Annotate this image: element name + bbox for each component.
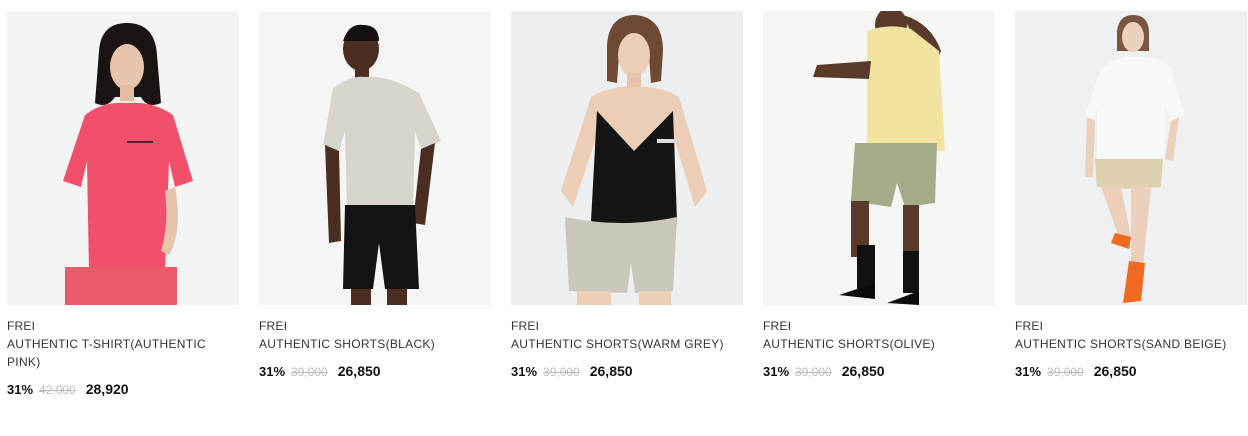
product-image[interactable] (511, 11, 743, 305)
original-price: 39,000 (795, 365, 832, 379)
original-price: 42,000 (39, 383, 76, 397)
product-name[interactable]: AUTHENTIC T-SHIRT(AUTHENTIC PINK) (7, 335, 239, 371)
discount-rate: 31% (763, 364, 790, 379)
model-warm-grey-shorts-photo (511, 11, 743, 305)
discount-rate: 31% (1015, 364, 1042, 379)
sale-price: 26,850 (1093, 363, 1137, 379)
sale-price: 26,850 (337, 363, 381, 379)
discount-rate: 31% (7, 382, 34, 397)
product-card[interactable]: FREI AUTHENTIC SHORTS(OLIVE) 31% 39,000 … (763, 11, 995, 381)
product-card[interactable]: FREI AUTHENTIC T-SHIRT(AUTHENTIC PINK) 3… (7, 11, 239, 399)
sale-price: 26,850 (589, 363, 633, 379)
product-card[interactable]: FREI AUTHENTIC SHORTS(BLACK) 31% 39,000 … (259, 11, 491, 381)
original-price: 39,000 (291, 365, 328, 379)
price-row: 31% 39,000 26,850 (259, 362, 491, 381)
original-price: 39,000 (1047, 365, 1084, 379)
price-row: 31% 39,000 26,850 (511, 362, 743, 381)
product-grid: FREI AUTHENTIC T-SHIRT(AUTHENTIC PINK) 3… (0, 0, 1248, 436)
product-brand: FREI (763, 319, 792, 333)
model-olive-shorts-photo (763, 11, 995, 305)
model-sand-beige-shorts-photo (1015, 11, 1247, 305)
product-name[interactable]: AUTHENTIC SHORTS(OLIVE) (763, 335, 995, 353)
product-image[interactable] (1015, 11, 1247, 305)
sale-price: 26,850 (841, 363, 885, 379)
product-brand: FREI (7, 319, 36, 333)
original-price: 39,000 (543, 365, 580, 379)
price-row: 31% 42,000 28,920 (7, 380, 239, 399)
product-name[interactable]: AUTHENTIC SHORTS(SAND BEIGE) (1015, 335, 1247, 353)
product-card[interactable]: FREI AUTHENTIC SHORTS(SAND BEIGE) 31% 39… (1015, 11, 1247, 381)
product-image[interactable] (7, 11, 239, 305)
product-image[interactable] (259, 11, 491, 305)
product-brand: FREI (259, 319, 288, 333)
product-card[interactable]: FREI AUTHENTIC SHORTS(WARM GREY) 31% 39,… (511, 11, 743, 381)
model-black-shorts-photo (259, 11, 491, 305)
model-pink-tshirt-photo (7, 11, 239, 305)
product-brand: FREI (511, 319, 540, 333)
sale-price: 28,920 (85, 381, 129, 397)
product-brand: FREI (1015, 319, 1044, 333)
product-name[interactable]: AUTHENTIC SHORTS(WARM GREY) (511, 335, 743, 353)
discount-rate: 31% (511, 364, 538, 379)
price-row: 31% 39,000 26,850 (763, 362, 995, 381)
product-image[interactable] (763, 11, 995, 305)
price-row: 31% 39,000 26,850 (1015, 362, 1247, 381)
product-name[interactable]: AUTHENTIC SHORTS(BLACK) (259, 335, 491, 353)
discount-rate: 31% (259, 364, 286, 379)
